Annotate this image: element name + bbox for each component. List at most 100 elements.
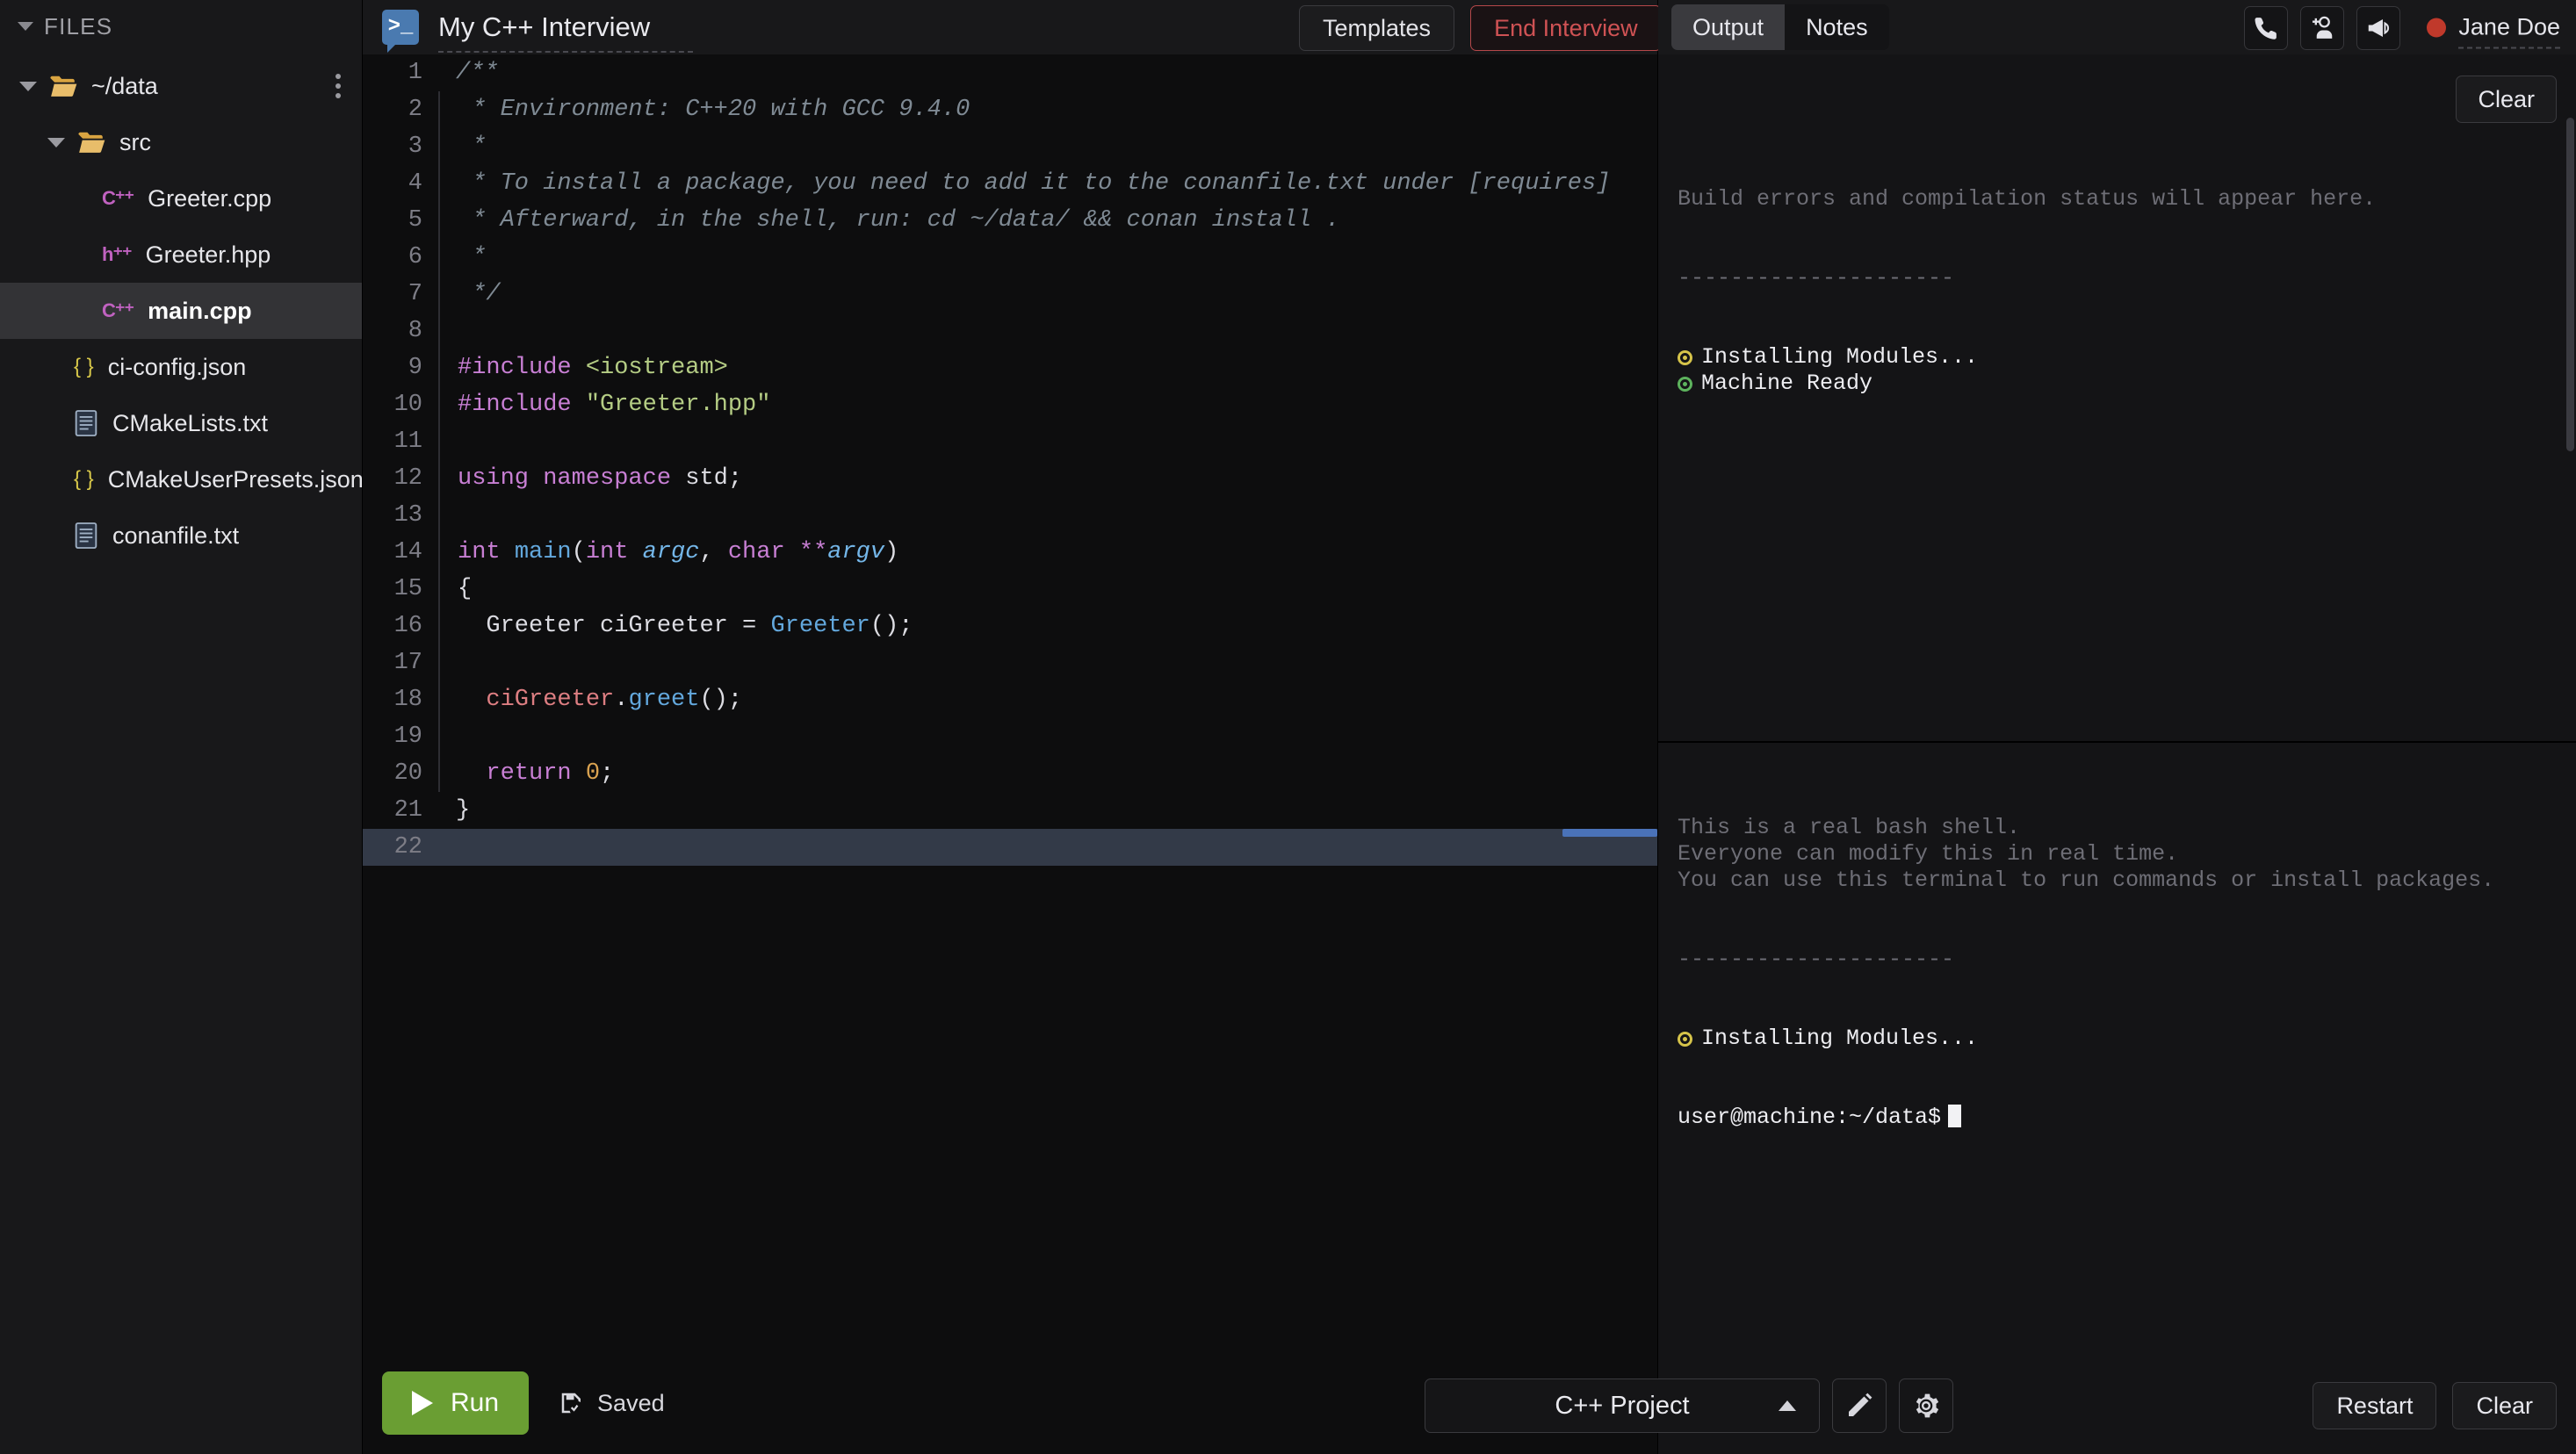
tab-notes[interactable]: Notes [1785,4,1889,50]
add-person-button[interactable] [2300,6,2344,50]
output-content: Build errors and compilation status will… [1658,54,2576,450]
code-line[interactable]: 12 using namespace std; [363,460,1657,497]
file-tree-item[interactable]: { } ci-config.json [0,339,362,395]
file-tree-item[interactable]: h⁺⁺ Greeter.hpp [0,227,362,283]
current-user[interactable]: Jane Doe [2427,14,2560,49]
more-options-icon[interactable] [336,74,341,98]
code-editor[interactable]: 1 /** 2 * Environment: C++20 with GCC 9.4.… [363,54,1657,1352]
file-tree-item[interactable]: { } CMakeUserPresets.json [0,451,364,507]
file-tree: ~/data src C⁺⁺ Greeter.cpp h⁺⁺ Greeter.hpp C⁺⁺… [0,53,364,564]
code-line[interactable]: 14 int main(int argc, char **argv) [363,534,1657,571]
code-line[interactable]: 11 [363,423,1657,460]
code-line-text[interactable]: * [440,128,486,165]
file-tree-item[interactable]: C⁺⁺ Greeter.cpp [0,170,362,227]
output-scrollbar[interactable] [2566,118,2574,451]
code-line-text[interactable]: * Afterward, in the shell, run: cd ~/dat… [440,202,1339,239]
project-select[interactable]: C++ Project [1425,1378,1820,1433]
code-token: (); [699,687,743,713]
megaphone-button[interactable] [2356,6,2400,50]
code-line-text[interactable]: Greeter ciGreeter = Greeter(); [440,608,913,644]
code-line[interactable]: 2 * Environment: C++20 with GCC 9.4.0 [363,91,1657,128]
code-line-text[interactable]: return 0; [440,755,614,792]
line-number: 5 [408,207,422,234]
code-line-text[interactable]: * [440,239,486,276]
line-number: 22 [393,834,422,860]
code-line[interactable]: 5 * Afterward, in the shell, run: cd ~/d… [363,202,1657,239]
code-line[interactable]: 18 ciGreeter.greet(); [363,681,1657,718]
code-token: int [585,539,629,565]
code-token: */ [458,281,501,307]
code-line[interactable]: 21} [363,792,1657,829]
terminal-content[interactable]: This is a real bash shell. Everyone can m… [1658,743,2576,1184]
code-line[interactable]: 8 [363,313,1657,349]
code-line-text[interactable]: } [438,792,470,829]
code-line-text[interactable] [440,423,458,460]
code-lines[interactable]: 1 /** 2 * Environment: C++20 with GCC 9.4.… [363,54,1657,1352]
code-line[interactable]: 1 /** [363,54,1657,91]
end-interview-button[interactable]: End Interview [1470,5,1662,51]
code-line-text[interactable]: #include "Greeter.hpp" [440,386,770,423]
line-number: 21 [393,797,422,824]
code-line-text[interactable] [440,718,458,755]
code-line[interactable]: 17 [363,644,1657,681]
file-tree-item[interactable]: conanfile.txt [0,507,362,564]
code-line-text[interactable]: ciGreeter.greet(); [440,681,742,718]
code-line-text[interactable]: #include <iostream> [440,349,728,386]
status-bullseye-icon [1678,376,1692,392]
edit-project-button[interactable] [1832,1378,1887,1433]
project-settings-button[interactable] [1899,1378,1953,1433]
clear-output-button[interactable]: Clear [2456,76,2557,123]
pad-title[interactable]: My C++ Interview [438,11,650,43]
code-line-text[interactable]: { [440,571,472,608]
code-line-text[interactable]: * Environment: C++20 with GCC 9.4.0 [440,91,970,128]
chevron-down-icon[interactable] [19,81,37,91]
line-number: 3 [408,133,422,160]
code-line[interactable]: 13 [363,497,1657,534]
output-divider: --------------------- [1678,265,1955,291]
code-line-text[interactable] [440,644,458,681]
horizontal-scrollbar[interactable] [1562,829,1657,837]
pad-title-field[interactable]: My C++ Interview [438,11,693,53]
user-name[interactable]: Jane Doe [2458,14,2560,49]
code-line-text[interactable]: * To install a package, you need to add … [440,165,1610,202]
terminal-prompt-line[interactable]: user@machine:~/data$ [1678,1105,2576,1131]
code-line-text[interactable]: */ [440,276,501,313]
file-tree-item-label: CMakeUserPresets.json [107,465,364,493]
code-line[interactable]: 16 Greeter ciGreeter = Greeter(); [363,608,1657,644]
toolbar-actions: Templates End Interview [1299,5,1662,51]
code-line[interactable]: 6 * [363,239,1657,276]
code-line[interactable]: 19 [363,718,1657,755]
code-line-text[interactable]: int main(int argc, char **argv) [440,534,898,571]
code-token: ) [884,539,899,565]
project-controls: C++ Project [1425,1378,1953,1433]
code-line-text[interactable] [438,829,456,866]
phone-button[interactable] [2244,6,2288,50]
file-tree-item[interactable]: C⁺⁺ main.cpp [0,283,362,339]
code-line-text[interactable] [440,313,458,349]
run-button[interactable]: Run [382,1371,530,1435]
code-line[interactable]: 20 return 0; [363,755,1657,792]
clear-terminal-button[interactable]: Clear [2452,1382,2557,1429]
code-line[interactable]: 15 { [363,571,1657,608]
code-line[interactable]: 9 #include <iostream> [363,349,1657,386]
file-tree-item[interactable]: ~/data [0,58,362,114]
templates-button[interactable]: Templates [1299,5,1455,51]
code-token: char [727,539,785,565]
files-section-header[interactable]: FILES [0,0,362,53]
line-number: 10 [393,392,422,418]
cpp-file-icon: C⁺⁺ [102,187,134,209]
code-line[interactable]: 3 * [363,128,1657,165]
chevron-down-icon[interactable] [47,137,65,148]
code-line-text[interactable]: using namespace std; [440,460,742,497]
restart-terminal-button[interactable]: Restart [2313,1382,2437,1429]
code-line-text[interactable] [440,497,458,534]
file-tree-item[interactable]: CMakeLists.txt [0,395,362,451]
code-line[interactable]: 22 [363,829,1657,866]
terminal-panel[interactable]: This is a real bash shell. Everyone can m… [1658,743,2576,1357]
file-tree-item[interactable]: src [0,114,362,170]
tab-output[interactable]: Output [1671,4,1786,50]
code-line[interactable]: 10 #include "Greeter.hpp" [363,386,1657,423]
code-line[interactable]: 7 */ [363,276,1657,313]
code-line-text[interactable]: /** [438,54,499,91]
code-line[interactable]: 4 * To install a package, you need to ad… [363,165,1657,202]
